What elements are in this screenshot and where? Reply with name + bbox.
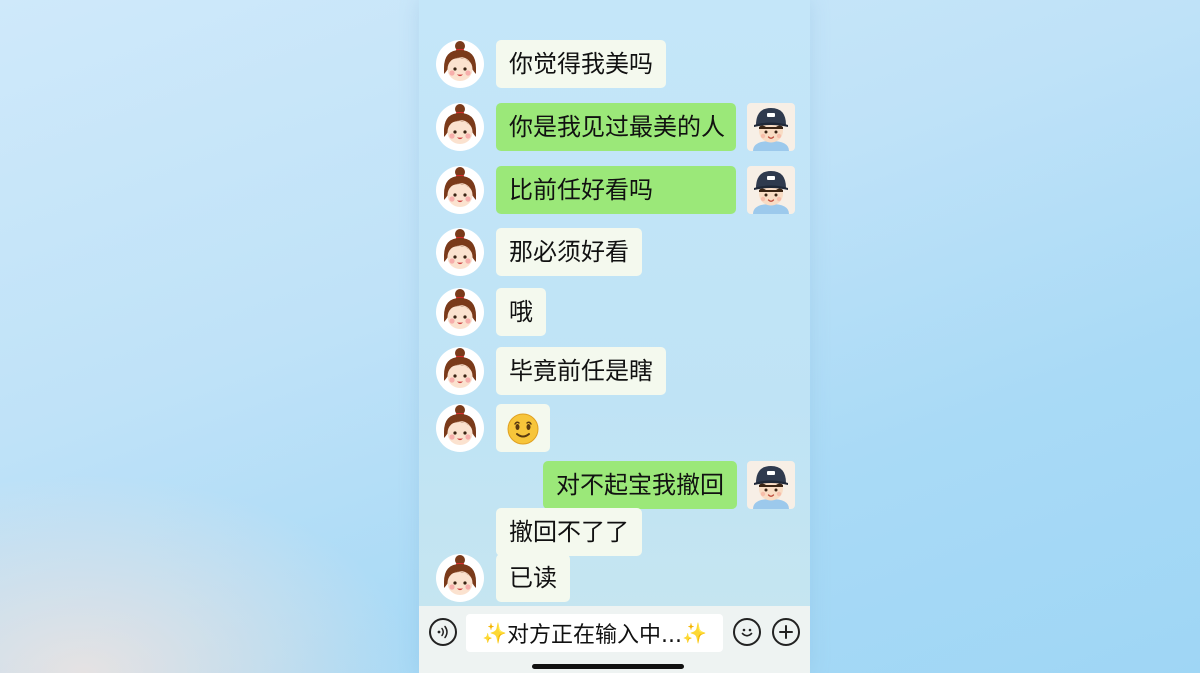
girl-face-icon bbox=[436, 288, 484, 336]
background-glow bbox=[0, 473, 420, 673]
message-bubble[interactable]: 撤回不了了 bbox=[496, 508, 642, 556]
message-row: 哦 bbox=[419, 286, 810, 342]
plus-icon[interactable] bbox=[772, 618, 800, 646]
boy-face-icon bbox=[747, 103, 795, 151]
sparkle-icon: ✨ bbox=[482, 621, 507, 645]
boy-face-icon bbox=[747, 461, 795, 509]
message-bubble[interactable]: 毕竟前任是瞎 bbox=[496, 347, 666, 395]
message-row bbox=[419, 402, 810, 458]
message-row: 比前任好看吗 bbox=[419, 164, 810, 220]
girl-face-icon bbox=[436, 166, 484, 214]
girl-avatar[interactable] bbox=[436, 554, 484, 602]
chat-window: 你觉得我美吗 你是我见过最美的人 比前任好看吗 那必须好看 哦 毕竟前任是瞎 对… bbox=[419, 0, 810, 673]
girl-avatar[interactable] bbox=[436, 404, 484, 452]
message-bubble[interactable]: 已读 bbox=[496, 554, 570, 602]
message-row: 你是我见过最美的人 bbox=[419, 101, 810, 157]
message-input[interactable]: ✨ 对方正在输入中... ✨ bbox=[466, 614, 723, 652]
smile-face-icon bbox=[741, 628, 753, 637]
message-row: 毕竟前任是瞎 bbox=[419, 345, 810, 401]
home-indicator[interactable] bbox=[532, 664, 684, 669]
girl-face-icon bbox=[436, 554, 484, 602]
girl-face-icon bbox=[436, 103, 484, 151]
message-row: 那必须好看 bbox=[419, 226, 810, 282]
girl-avatar[interactable] bbox=[436, 228, 484, 276]
plus-sign-icon bbox=[779, 625, 793, 639]
message-row: 你觉得我美吗 bbox=[419, 38, 810, 94]
sparkle-icon: ✨ bbox=[681, 621, 707, 645]
message-bubble[interactable]: 那必须好看 bbox=[496, 228, 642, 276]
smile-icon[interactable] bbox=[733, 618, 761, 646]
boy-face-icon bbox=[747, 166, 795, 214]
girl-avatar[interactable] bbox=[436, 103, 484, 151]
message-row: 已读 bbox=[419, 552, 810, 608]
voice-wave-icon bbox=[437, 625, 448, 639]
girl-face-icon bbox=[436, 40, 484, 88]
girl-avatar[interactable] bbox=[436, 40, 484, 88]
boy-avatar[interactable] bbox=[747, 103, 795, 151]
girl-avatar[interactable] bbox=[436, 288, 484, 336]
voice-icon[interactable] bbox=[429, 618, 457, 646]
message-bubble[interactable]: 对不起宝我撤回 bbox=[543, 461, 737, 509]
girl-face-icon bbox=[436, 404, 484, 452]
boy-avatar[interactable] bbox=[747, 166, 795, 214]
input-bar: ✨ 对方正在输入中... ✨ bbox=[419, 606, 810, 673]
message-bubble[interactable]: 你觉得我美吗 bbox=[496, 40, 666, 88]
girl-face-icon bbox=[436, 347, 484, 395]
typing-status-text: 对方正在输入中... bbox=[507, 623, 682, 648]
girl-face-icon bbox=[436, 228, 484, 276]
girl-avatar[interactable] bbox=[436, 166, 484, 214]
emoji-bubble[interactable] bbox=[496, 404, 550, 452]
message-bubble[interactable]: 比前任好看吗 bbox=[496, 166, 736, 214]
boy-avatar[interactable] bbox=[747, 461, 795, 509]
message-bubble[interactable]: 你是我见过最美的人 bbox=[496, 103, 736, 151]
melting-face-emoji-icon bbox=[507, 413, 539, 445]
girl-avatar[interactable] bbox=[436, 347, 484, 395]
message-bubble[interactable]: 哦 bbox=[496, 288, 546, 336]
